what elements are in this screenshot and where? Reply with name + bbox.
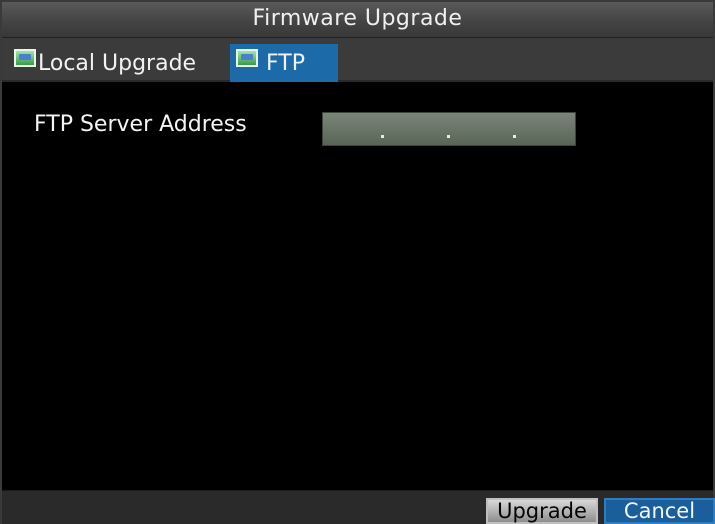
tab-local-upgrade-label: Local Upgrade — [38, 50, 197, 76]
firmware-upgrade-window: Firmware Upgrade Local Upgrade FTP FTP S… — [0, 0, 715, 524]
ip-separator-dot — [447, 135, 450, 138]
tab-ftp[interactable]: FTP — [230, 44, 338, 82]
title-bar: Firmware Upgrade — [2, 2, 713, 38]
upgrade-button[interactable]: Upgrade — [486, 498, 598, 524]
window-title: Firmware Upgrade — [252, 6, 463, 31]
tab-bar: Local Upgrade FTP — [2, 38, 713, 82]
ip-separator-dot — [513, 135, 516, 138]
ftp-server-address-label: FTP Server Address — [34, 112, 247, 137]
ip-separator-dot — [381, 135, 384, 138]
ftp-server-address-input[interactable] — [322, 112, 576, 146]
tab-local-upgrade[interactable]: Local Upgrade — [14, 44, 229, 82]
cancel-button[interactable]: Cancel — [604, 498, 715, 524]
image-icon — [14, 49, 36, 67]
tab-ftp-label: FTP — [266, 50, 305, 76]
image-icon — [236, 49, 258, 67]
content-panel: FTP Server Address — [2, 84, 713, 490]
